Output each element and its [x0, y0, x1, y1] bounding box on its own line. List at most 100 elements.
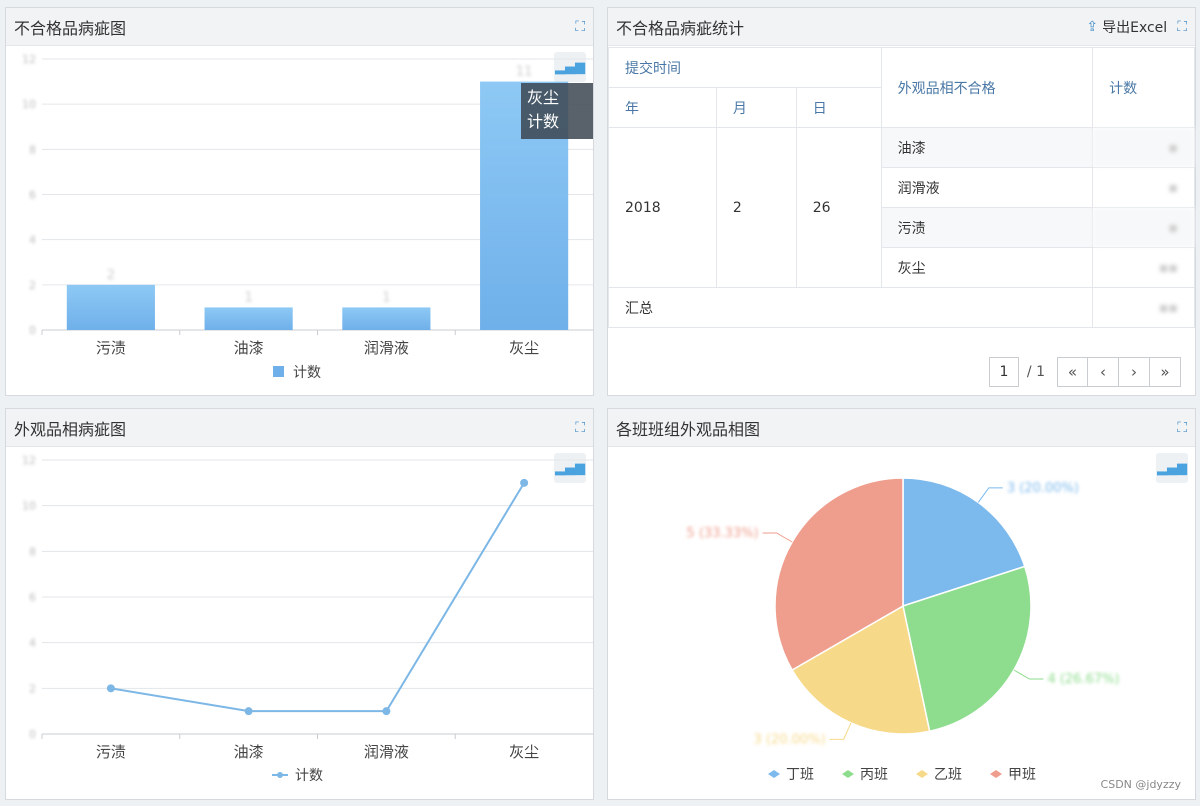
legend-marker: [990, 770, 1002, 778]
data-point: [382, 707, 391, 716]
legend-label: 丙班: [860, 767, 888, 783]
cell-count: ▪: [1092, 167, 1195, 208]
y-tick-label: 12: [22, 454, 36, 467]
bar: [342, 307, 431, 330]
header-day: 日: [795, 87, 882, 128]
tooltip-category: 灰尘: [527, 88, 560, 107]
bar-data-label: 11: [516, 65, 533, 80]
cell-count: ▪: [1092, 207, 1195, 248]
data-point: [520, 478, 529, 487]
legend-label: 计数: [295, 768, 323, 784]
x-tick-label: 污渍: [96, 743, 126, 761]
stat-table: 提交时间 外观品相不合格 计数 年 月 日 2018 2 26 油漆 ▪ 润滑液…: [607, 47, 1195, 328]
y-tick-label: 6: [29, 591, 36, 604]
panel-header: 外观品相病疵图 ⛶: [6, 409, 593, 447]
export-icon: ⇪: [1086, 18, 1099, 35]
first-page-button[interactable]: «: [1057, 357, 1088, 387]
line-chart: 0 2 4 6 8 10 12 污渍 油漆 润滑液 灰尘计数: [22, 454, 593, 784]
panel-title: 各班班组外观品相图: [616, 419, 761, 439]
bar-data-label: 1: [244, 290, 252, 305]
y-tick-label: 4: [29, 637, 36, 650]
x-tick-label: 油漆: [234, 743, 264, 761]
table-row: 2018 2 26 油漆 ▪: [608, 127, 1195, 288]
panel-header: 不合格品病疵图 ⛶: [6, 8, 593, 46]
last-page-button[interactable]: »: [1150, 357, 1181, 387]
legend-swatch: [273, 366, 284, 377]
watermark: CSDN @jdyzzy: [1100, 778, 1181, 791]
legend-label: 甲班: [1008, 767, 1036, 783]
cell-count: ▪: [1092, 127, 1195, 168]
fullscreen-icon[interactable]: ⛶: [575, 420, 585, 436]
cell-day: 26: [795, 127, 882, 288]
panel-header: 各班班组外观品相图 ⛶: [608, 409, 1195, 447]
fullscreen-icon[interactable]: ⛶: [1177, 420, 1187, 436]
legend-label: 乙班: [934, 767, 962, 783]
x-tick-label: 污渍: [96, 339, 126, 357]
y-tick-label: 8: [29, 143, 36, 156]
header-count: 计数: [1092, 47, 1195, 128]
cell-defect: 污渍: [880, 207, 1094, 248]
y-tick-label: 0: [29, 728, 36, 741]
tooltip-label: 计数: [527, 112, 560, 131]
export-label: 导出Excel: [1102, 19, 1168, 36]
header-month: 月: [715, 87, 797, 128]
legend-label: 计数: [293, 365, 321, 381]
pie-data-label: 3 (20.00%): [753, 732, 825, 747]
cell-defect: 灰尘: [880, 247, 1094, 288]
y-tick-label: 10: [22, 98, 36, 111]
fullscreen-icon[interactable]: ⛶: [575, 19, 585, 35]
legend-marker: [916, 770, 928, 778]
next-page-button[interactable]: ›: [1119, 357, 1150, 387]
y-tick-label: 2: [29, 682, 36, 695]
cell-count: ▪▪: [1092, 247, 1195, 288]
x-tick-label: 油漆: [234, 339, 264, 357]
panel-header: 不合格品病疵统计 ⇪ 导出Excel ⛶: [608, 8, 1195, 46]
pie-leader-line: [1013, 669, 1044, 680]
x-tick-label: 灰尘: [509, 743, 539, 761]
fullscreen-icon[interactable]: ⛶: [1177, 19, 1187, 35]
pie-chart: 3 (20.00%) 4 (26.67%) 3 (20.00%) 5 (33.33%)…: [686, 477, 1120, 783]
cell-month: 2: [715, 127, 797, 288]
x-tick-label: 润滑液: [364, 743, 409, 761]
y-tick-label: 12: [22, 53, 36, 66]
data-point: [244, 707, 253, 716]
header-submit-time: 提交时间: [608, 47, 882, 88]
header-defect: 外观品相不合格: [880, 47, 1094, 128]
bar-data-label: 1: [382, 290, 390, 305]
prev-page-button[interactable]: ‹: [1088, 357, 1119, 387]
data-point: [106, 684, 115, 693]
bar-chart: 024681012污渍 油漆 润滑液 灰尘21 111计数: [22, 53, 593, 381]
panel-title: 不合格品病疵统计: [616, 18, 745, 38]
bar-tooltip: 灰尘 计数: [521, 83, 593, 139]
y-tick-label: 2: [29, 279, 36, 292]
y-tick-label: 6: [29, 189, 36, 202]
pie-data-label: 3 (20.00%): [1007, 481, 1079, 496]
pie-data-label: 4 (26.67%): [1047, 672, 1119, 687]
legend-marker: [842, 770, 854, 778]
pie-leader-line: [762, 532, 793, 543]
defect-line-panel: 外观品相病疵图 ⛶ ▂▄▆ 0 2 4 6 8 10 12 污渍 油漆 润滑液 灰尘 计数: [5, 408, 594, 800]
export-excel-button[interactable]: ⇪ 导出Excel: [1086, 17, 1167, 37]
pagination: 1 / 1 « ‹ › »: [988, 357, 1181, 387]
bar: [204, 307, 293, 330]
pie-leader-line: [977, 487, 1003, 503]
y-tick-label: 4: [29, 234, 36, 247]
legend-marker: [768, 770, 780, 778]
cell-defect: 润滑液: [880, 167, 1094, 208]
defect-stat-panel: 不合格品病疵统计 ⇪ 导出Excel ⛶ 提交时间 外观品相不合格 计数 年 月…: [607, 7, 1196, 396]
x-tick-label: 灰尘: [509, 339, 539, 357]
y-tick-label: 0: [29, 324, 36, 337]
y-tick-label: 8: [29, 545, 36, 558]
x-tick-label: 润滑液: [364, 339, 409, 357]
defect-bar-panel: 不合格品病疵图 ⛶ ▂▄▆ 0 2 4 6 8 10 12 污渍 油漆 润滑液 灰尘 2 1 1 11 计数 …: [5, 7, 594, 396]
cell-total: ▪▪: [1092, 287, 1195, 328]
pie-data-label: 5 (33.33%): [686, 526, 758, 541]
page-total: / 1: [1026, 364, 1045, 380]
legend-label: 丁班: [786, 767, 814, 783]
page-input[interactable]: 1: [988, 357, 1019, 387]
legend-marker: [277, 772, 283, 778]
cell-total-label: 汇总: [607, 287, 1094, 328]
y-tick-label: 10: [22, 500, 36, 513]
total-row: 汇总 ▪▪: [607, 287, 1195, 328]
cell-year: 2018: [608, 127, 717, 288]
